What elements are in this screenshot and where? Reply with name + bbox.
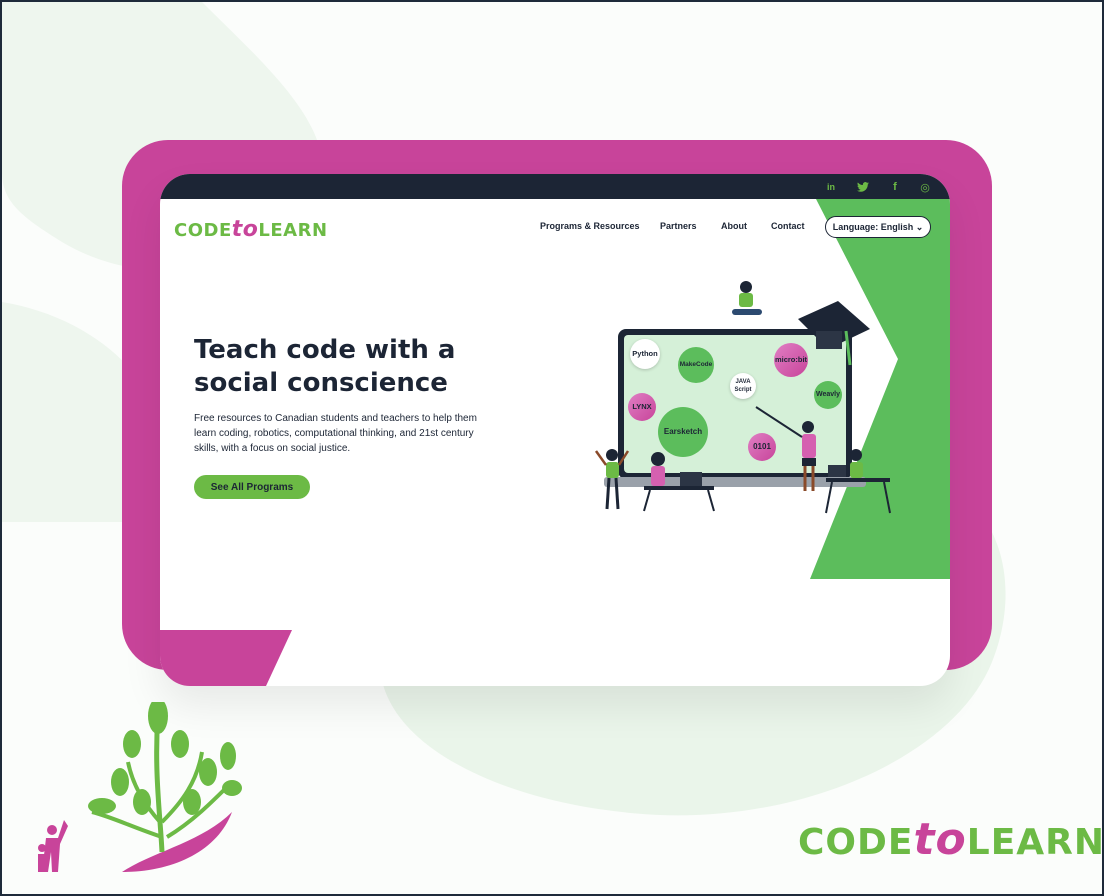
website-screenshot: in f ◎ CODEtoLEARN Programs & Resources … — [160, 174, 950, 686]
nav-partners[interactable]: Partners — [660, 221, 697, 231]
navbar: CODEtoLEARN Programs & Resources Partner… — [160, 199, 950, 255]
bubble-javascript: JAVA Script — [730, 373, 756, 399]
pink-decor-shape — [160, 630, 292, 686]
code-to-learn-tree-icon — [38, 702, 242, 872]
language-select[interactable]: Language: English ⌄ — [825, 216, 931, 238]
brand-logo: CODEtoLEARN — [798, 814, 1104, 865]
nav-programs-resources[interactable]: Programs & Resources — [540, 221, 640, 231]
hero-subtitle: Free resources to Canadian students and … — [194, 413, 477, 454]
bubble-earsketch: Earsketch — [658, 407, 708, 457]
nav-about[interactable]: About — [721, 221, 747, 231]
bubble-makecode: MakeCode — [678, 347, 714, 383]
instagram-icon[interactable]: ◎ — [917, 179, 933, 195]
twitter-icon[interactable] — [855, 179, 871, 195]
linkedin-icon[interactable]: in — [823, 179, 839, 195]
top-bar: in f ◎ — [160, 174, 950, 199]
see-all-programs-button[interactable]: See All Programs — [194, 475, 310, 499]
hero-title: Teach code with a social conscience — [194, 335, 456, 398]
facebook-icon[interactable]: f — [887, 179, 903, 195]
hero-illustration: Python MakeCode micro:bit JAVA Script We… — [588, 279, 898, 519]
site-logo[interactable]: CODEtoLEARN — [174, 217, 328, 242]
presentation-frame: in f ◎ CODEtoLEARN Programs & Resources … — [0, 0, 1104, 896]
bubble-binary: 0101 — [748, 433, 776, 461]
bubble-microbit: micro:bit — [774, 343, 808, 377]
nav-contact[interactable]: Contact — [771, 221, 805, 231]
bubble-weavly: Weavly — [814, 381, 842, 409]
bubble-python: Python — [630, 339, 660, 369]
bubble-lynx: LYNX — [628, 393, 656, 421]
